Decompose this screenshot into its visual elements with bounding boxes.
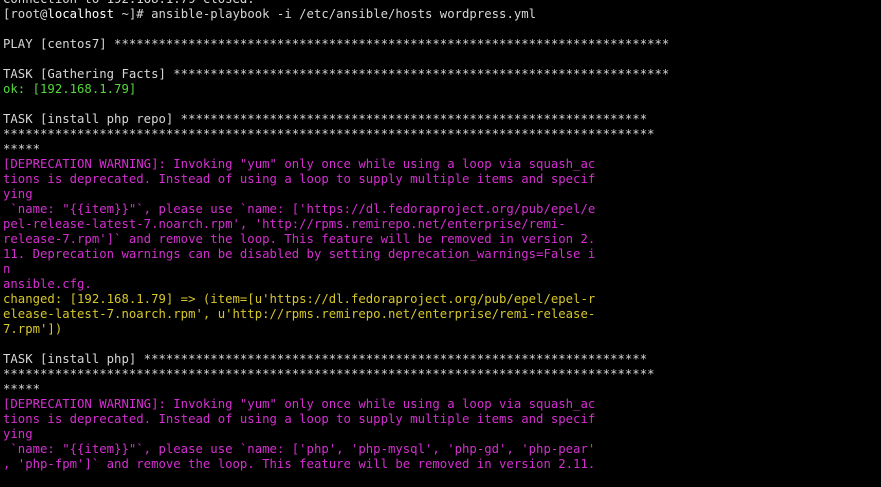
prompt-hostname: localhost [47, 7, 115, 21]
terminal-text: ~]# ansible-playbook -i /etc/ansible/hos… [114, 7, 537, 21]
terminal-output: Connection to 192.168.1.79 closed.[root@… [3, 0, 881, 472]
terminal-line: , 'php-fpm']` and remove the loop. This … [3, 457, 596, 471]
terminal-line: `name: "{{item}}"`, please use `name: ['… [3, 202, 596, 216]
terminal-line: elease-latest-7.noarch.rpm', u'http://rp… [3, 307, 596, 321]
terminal-line: TASK [install php repo] ****************… [3, 112, 648, 126]
terminal-line: 7.rpm']) [3, 322, 63, 336]
terminal-line: Connection to 192.168.1.79 closed. [3, 0, 881, 7]
terminal-line: pel-release-latest-7.noarch.rpm', 'http:… [3, 217, 566, 231]
terminal-line: TASK [Gathering Facts] *****************… [3, 67, 670, 81]
terminal-line: ***** [3, 382, 41, 396]
terminal-line: ****************************************… [3, 367, 655, 381]
terminal-line: changed: [192.168.1.79] => (item=[u'http… [3, 292, 596, 306]
terminal-text: [root@ [3, 7, 48, 21]
terminal-line: tions is deprecated. Instead of using a … [3, 172, 596, 186]
terminal-window[interactable]: Connection to 192.168.1.79 closed.[root@… [0, 0, 881, 487]
terminal-line: ansible.cfg. [3, 277, 92, 291]
terminal-line: n [3, 262, 11, 276]
terminal-line: tions is deprecated. Instead of using a … [3, 412, 596, 426]
terminal-line: ****************************************… [3, 127, 655, 141]
terminal-line: PLAY [centos7] *************************… [3, 37, 670, 51]
terminal-line: release-7.rpm']` and remove the loop. Th… [3, 232, 596, 246]
terminal-line: [DEPRECATION WARNING]: Invoking "yum" on… [3, 397, 596, 411]
terminal-line: ying [3, 427, 33, 441]
terminal-line: TASK [install php] *********************… [3, 352, 648, 366]
terminal-line: [DEPRECATION WARNING]: Invoking "yum" on… [3, 157, 596, 171]
terminal-line: ying [3, 187, 33, 201]
terminal-line: 11. Deprecation warnings can be disabled… [3, 247, 596, 261]
terminal-line: [root@localhost ~]# ansible-playbook -i … [3, 7, 881, 22]
terminal-line: `name: "{{item}}"`, please use `name: ['… [3, 442, 596, 456]
terminal-line: ok: [192.168.1.79] [3, 82, 137, 96]
terminal-line: ***** [3, 142, 41, 156]
